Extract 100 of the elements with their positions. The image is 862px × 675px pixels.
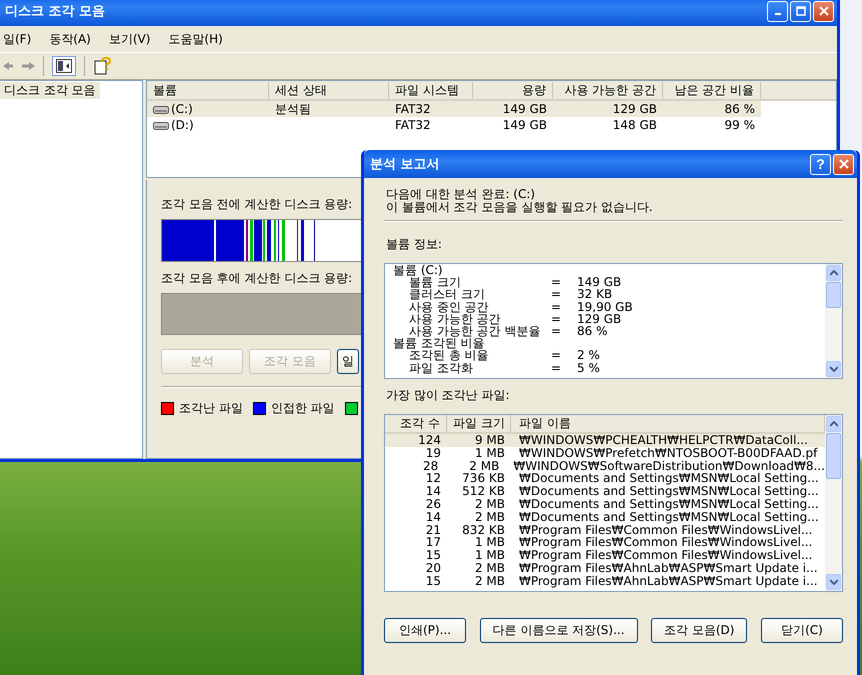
table-cell: 2 MB: [474, 574, 505, 588]
close-icon: [838, 159, 848, 169]
table-cell: 15: [426, 574, 441, 588]
file-row[interactable]: 15 1 MB ₩Program Files₩Common Files₩WindowsLivel...: [385, 549, 825, 562]
table-cell: FAT32: [395, 102, 431, 116]
table-cell: 512 KB: [462, 484, 505, 498]
table-cell: 20: [426, 560, 441, 575]
table-cell: ₩Program Files₩Common Files₩WindowsLivel...: [519, 522, 812, 537]
table-cell: 736 KB: [462, 471, 505, 486]
file-row[interactable]: 21 832 KB ₩Program Files₩Common Files₩WindowsLivel...: [385, 524, 825, 536]
column-header[interactable]: 세션 상태: [269, 82, 389, 98]
info-label: 조각된 총 비율: [409, 349, 490, 362]
column-header[interactable]: 용량: [473, 82, 553, 98]
table-cell: 1 MB: [474, 548, 505, 562]
scrollbar-thumb[interactable]: [826, 282, 841, 308]
dialog-button[interactable]: 닫기(C): [760, 618, 843, 643]
table-cell: 1 MB: [474, 535, 505, 550]
back-arrow-icon[interactable]: [3, 60, 13, 72]
info-label: 사용 가능한 공간: [409, 312, 502, 326]
file-row[interactable]: 19 1 MB ₩WINDOWS₩Prefetch₩NTOSBOOT-B00DFAAD.pf: [385, 446, 825, 460]
help-button[interactable]: ?: [810, 154, 831, 174]
minimize-button[interactable]: [767, 0, 788, 22]
equals-sign: =: [551, 362, 562, 374]
show-hide-tree-button[interactable]: [52, 56, 76, 76]
volume-row[interactable]: (C:) 분석됨 FAT32 149 GB 129 GB 86 %: [147, 101, 761, 117]
table-cell: ₩Program Files₩Common Files₩WindowsLivel...: [519, 548, 812, 562]
table-cell: ₩Program Files₩AhnLab₩ASP₩Smart Update i...: [519, 574, 818, 588]
section-label: 볼륨 정보:: [386, 236, 443, 253]
table-cell: 2 MB: [469, 458, 500, 473]
info-value: 32 KB: [577, 288, 612, 301]
table-cell: FAT32: [395, 118, 431, 132]
column-header[interactable]: 파일 시스템: [389, 82, 473, 98]
table-cell: 86 %: [724, 102, 755, 116]
legend-label: 인접한 파일: [270, 400, 335, 417]
after-label: 조각 모음 후에 계산한 디스크 용량:: [161, 270, 352, 287]
table-cell: 15: [426, 548, 441, 562]
table-cell: ₩Program Files₩AhnLab₩ASP₩Smart Update i...: [519, 560, 818, 575]
window-title: 디스크 조각 모음: [5, 3, 106, 20]
menu-item[interactable]: 일(F): [3, 31, 32, 47]
file-row[interactable]: 15 2 MB ₩Program Files₩AhnLab₩ASP₩Smart Update i...: [385, 574, 825, 588]
file-row[interactable]: 20 2 MB ₩Program Files₩AhnLab₩ASP₩Smart Update i...: [385, 562, 825, 575]
dialog-button[interactable]: 조각 모음(D): [651, 618, 748, 643]
message-text: 이 볼륨에서 조각 모음을 실행할 필요가 없습니다.: [386, 201, 654, 214]
maximize-icon: [796, 6, 806, 16]
file-row[interactable]: 12 736 KB ₩Documents and Settings₩MSN₩Local Setting...: [385, 472, 825, 486]
table-cell: (C:): [171, 102, 193, 116]
group-heading: 볼륨 (C:): [393, 264, 443, 276]
help-icon[interactable]: [93, 57, 111, 75]
column-header[interactable]: 사용 가능한 공간: [553, 82, 663, 98]
table-cell: 1 MB: [474, 446, 505, 460]
table-cell: 148 GB: [612, 118, 657, 132]
scrollbar[interactable]: [825, 415, 842, 591]
table-cell: ₩WINDOWS₩Prefetch₩NTOSBOOT-B00DFAAD.pf: [519, 446, 818, 460]
file-row[interactable]: 124 9 MB ₩WINDOWS₩PCHEALTH₩HELPCTR₩DataColl...: [385, 434, 825, 447]
info-value: 2 %: [577, 349, 600, 362]
column-header[interactable]: 볼륨: [147, 82, 269, 98]
minimize-icon: [774, 13, 780, 15]
table-cell: ₩WINDOWS₩PCHEALTH₩HELPCTR₩DataColl...: [519, 433, 808, 447]
file-row[interactable]: 14 2 MB ₩Documents and Settings₩MSN₩Local Setting...: [385, 510, 825, 524]
file-row[interactable]: 14 512 KB ₩Documents and Settings₩MSN₩Local Setting...: [385, 485, 825, 498]
table-cell: 832 KB: [462, 522, 505, 537]
table-cell: (D:): [171, 118, 194, 132]
file-row[interactable]: 17 1 MB ₩Program Files₩Common Files₩WindowsLivel...: [385, 536, 825, 550]
menu-item[interactable]: 도움말(H): [168, 31, 223, 47]
maximize-button[interactable]: [790, 0, 811, 22]
table-cell: 2 MB: [474, 560, 505, 575]
equals-sign: =: [551, 288, 562, 301]
close-button[interactable]: [833, 154, 854, 174]
file-row[interactable]: 28 2 MB ₩WINDOWS₩SoftwareDistribution₩Download₩8...: [385, 460, 825, 472]
table-cell: 9 MB: [474, 433, 505, 447]
file-row[interactable]: 26 2 MB ₩Documents and Settings₩MSN₩Local Setting...: [385, 498, 825, 511]
dialog-button[interactable]: 인쇄(P)...: [384, 618, 466, 643]
dialog-button[interactable]: 다른 이름으로 저장(S)...: [480, 618, 638, 643]
equals-sign: =: [551, 325, 562, 338]
table-cell: 2 MB: [474, 510, 505, 524]
dialog-title: 분석 보고서: [370, 156, 440, 173]
equals-sign: =: [551, 349, 562, 362]
info-value: 129 GB: [577, 312, 622, 326]
table-cell: ₩Documents and Settings₩MSN₩Local Setting...: [519, 484, 819, 498]
table-cell: 19: [426, 446, 441, 460]
column-header[interactable]: 남은 공간 비율: [663, 82, 761, 98]
message-text: 다음에 대한 분석 완료: (C:): [386, 188, 536, 201]
volume-row[interactable]: (D:) FAT32 149 GB 148 GB 99 %: [147, 117, 836, 133]
table-cell: 129 GB: [612, 102, 657, 116]
tree-item[interactable]: 디스크 조각 모음: [0, 82, 100, 99]
close-icon: [818, 6, 828, 16]
info-value: 5 %: [577, 362, 600, 374]
scrollbar[interactable]: [825, 264, 842, 378]
close-button[interactable]: [813, 0, 834, 22]
table-cell: 2 MB: [474, 496, 505, 511]
section-label: 가장 많이 조각난 파일:: [386, 387, 510, 404]
column-header[interactable]: 조각 수: [385, 415, 447, 432]
hard-drive-icon: [153, 120, 169, 130]
action-button[interactable]: 일: [337, 349, 359, 374]
column-header[interactable]: 파일 크기: [447, 415, 511, 432]
menu-item[interactable]: 동작(A): [49, 31, 91, 47]
menu-item[interactable]: 보기(V): [108, 31, 150, 47]
forward-arrow-icon[interactable]: [21, 60, 35, 72]
table-cell: 분석됨: [275, 100, 311, 118]
scrollbar-thumb[interactable]: [826, 433, 841, 479]
